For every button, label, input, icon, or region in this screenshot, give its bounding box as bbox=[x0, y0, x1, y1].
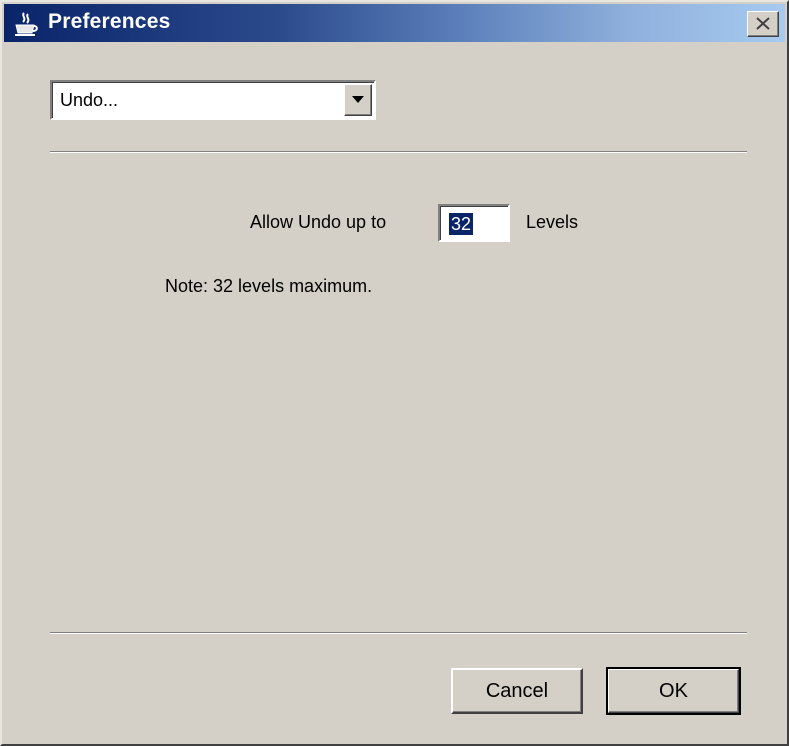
close-icon bbox=[756, 17, 770, 30]
undo-levels-value: 32 bbox=[449, 213, 474, 235]
chevron-down-icon bbox=[352, 96, 364, 103]
title-bar[interactable]: Preferences bbox=[4, 4, 785, 42]
cancel-button[interactable]: Cancel bbox=[451, 668, 583, 714]
dropdown-button[interactable] bbox=[344, 84, 372, 116]
levels-label: Levels bbox=[526, 212, 579, 232]
window-title: Preferences bbox=[48, 10, 171, 33]
ok-button[interactable]: OK bbox=[606, 667, 741, 715]
preferences-dialog: Preferences Undo... Allow Undo up to 32 … bbox=[0, 0, 789, 746]
separator-bottom bbox=[50, 632, 747, 634]
category-selected-value: Undo... bbox=[60, 90, 119, 110]
close-button[interactable] bbox=[747, 11, 779, 37]
category-dropdown[interactable]: Undo... bbox=[50, 80, 376, 120]
allow-undo-label: Allow Undo up to bbox=[250, 212, 387, 232]
java-cup-icon bbox=[12, 11, 38, 37]
undo-levels-input[interactable]: 32 bbox=[438, 204, 510, 242]
max-levels-note: Note: 32 levels maximum. bbox=[165, 276, 373, 296]
separator-top bbox=[50, 151, 747, 153]
